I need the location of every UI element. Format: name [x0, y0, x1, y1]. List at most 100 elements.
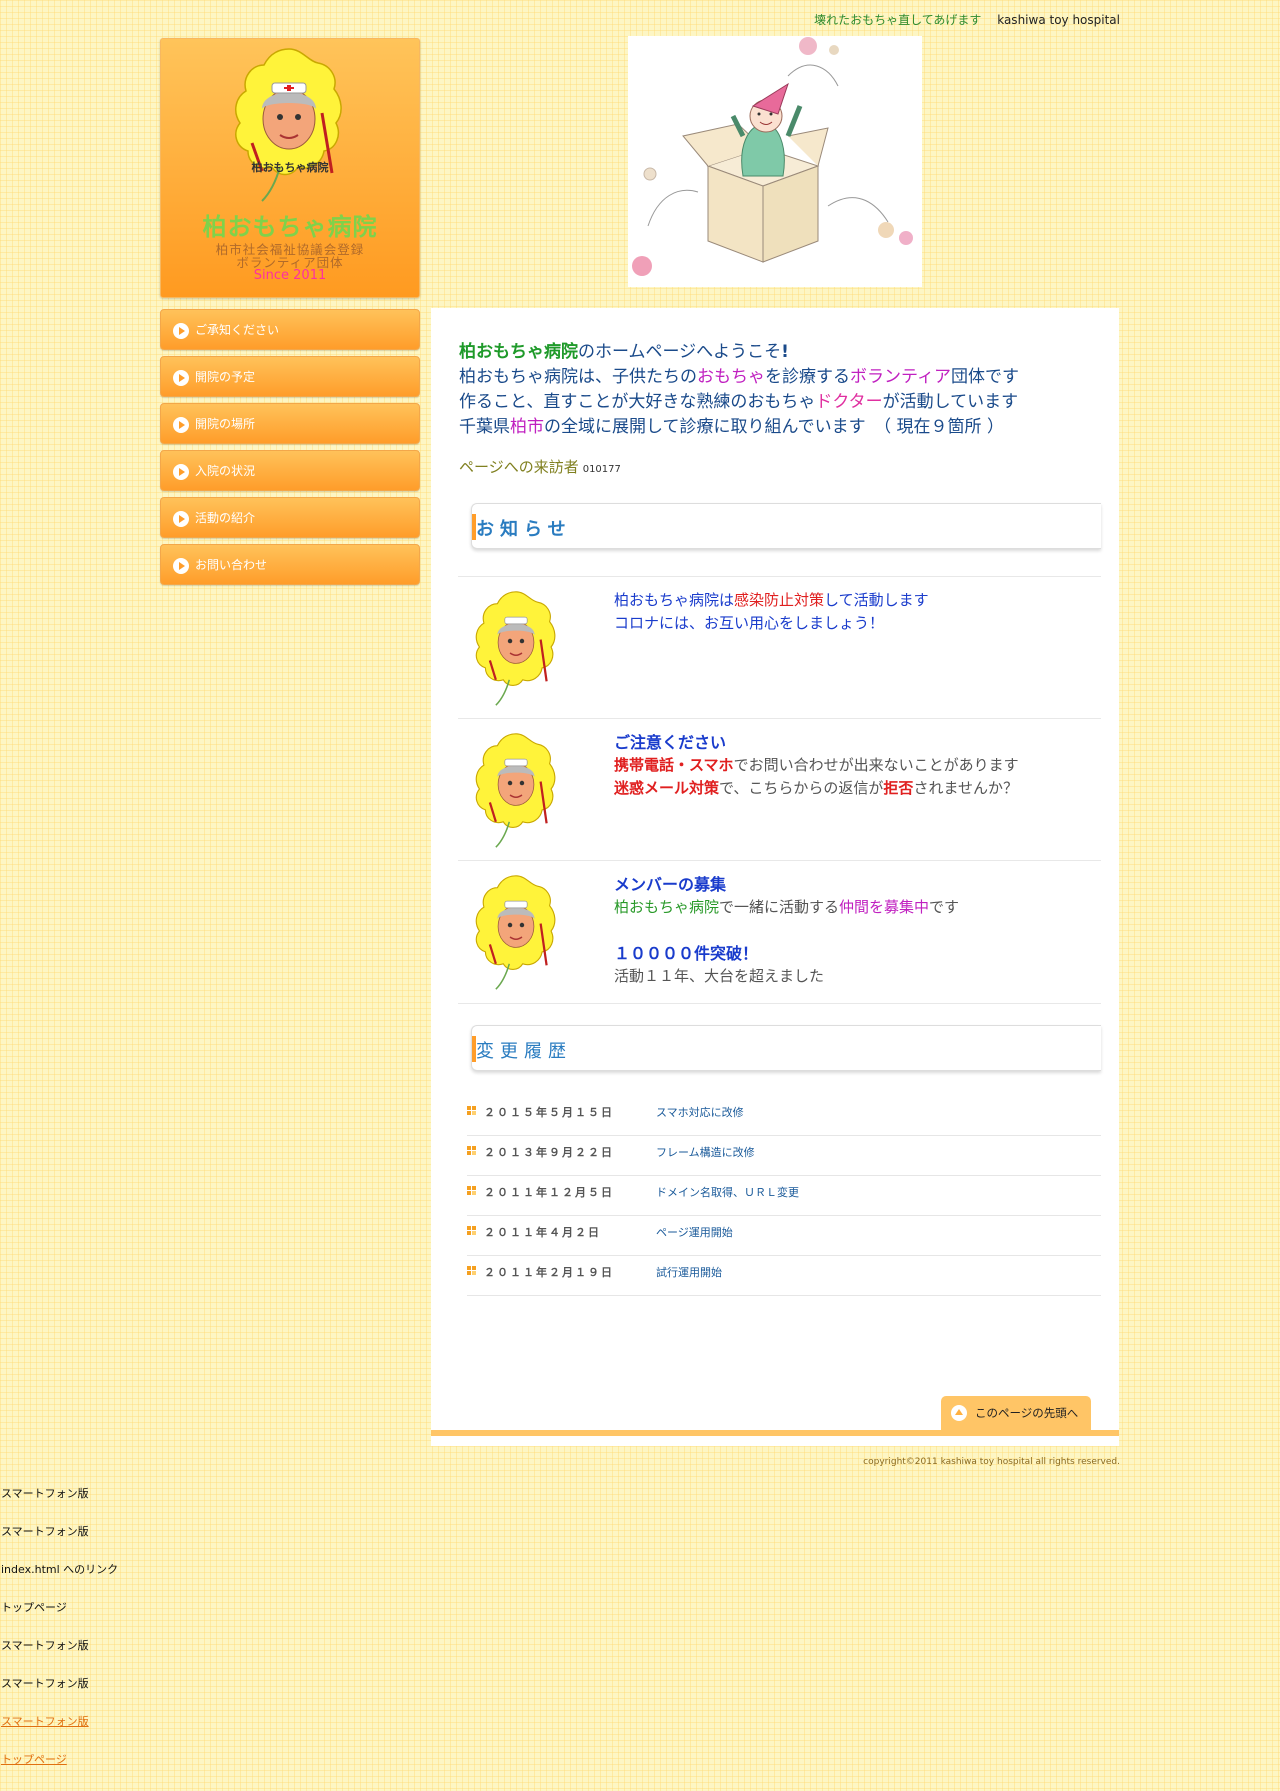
footer-strip [431, 1436, 1119, 1446]
news-item: 柏おもちゃ病院は感染防止対策して活動します コロナには、お互い用心をしましょう！ [458, 576, 1101, 719]
doctor-mascot-icon [475, 875, 556, 990]
jack-in-the-box-icon [632, 37, 913, 276]
link-smartphone[interactable]: スマートフォン版 [1, 1480, 118, 1518]
welcome-line1: のホームページへようこそ [578, 342, 782, 362]
nav-item-notice[interactable]: ご承知ください [160, 309, 420, 350]
link-index[interactable]: index.html へのリンク [1, 1556, 118, 1594]
history-title: 変更履歴 [476, 1041, 572, 1062]
history-row: ２０１３年９月２２日 フレーム構造に改修 [467, 1135, 1101, 1176]
link-smartphone[interactable]: スマートフォン版 [1, 1632, 118, 1670]
notice2-title: ご注意ください [614, 733, 727, 752]
link-top-page[interactable]: トップページ [1, 1594, 118, 1632]
nav-item-activities[interactable]: 活動の紹介 [160, 497, 420, 538]
doctor-mascot-icon [475, 591, 556, 706]
notice2-text-f: されませんか？ [913, 779, 1018, 797]
history-desc: スマホ対応に改修 [656, 1106, 744, 1119]
grid-bullet-icon [467, 1186, 476, 1195]
arrow-right-icon [173, 323, 189, 339]
notice-title: お知らせ [476, 519, 572, 540]
notice2-text-a: 携帯電話・スマホ [614, 756, 734, 774]
tagline-en: kashiwa toy hospital [997, 13, 1120, 27]
welcome-line4a: 千葉県 [459, 417, 510, 437]
history-desc: フレーム構造に改修 [656, 1146, 755, 1159]
history-row: ２０１１年２月１９日 試行運用開始 [467, 1255, 1101, 1296]
notice-heading: お知らせ [471, 503, 1101, 549]
history-desc: 試行運用開始 [656, 1266, 722, 1279]
link-top-page[interactable]: トップページ [1, 1746, 118, 1784]
arrow-up-icon [951, 1405, 967, 1421]
history-row: ２０１５年５月１５日 スマホ対応に改修 [467, 1095, 1101, 1136]
nav-item-schedule[interactable]: 開院の予定 [160, 356, 420, 397]
history-desc: ページ運用開始 [656, 1226, 733, 1239]
notice3-text-a: 柏おもちゃ病院 [614, 898, 720, 916]
tagline-jp: 壊れたおもちゃ直してあげます [814, 13, 982, 27]
nav-item-label: 開院の場所 [195, 417, 256, 431]
nav-item-label: 入院の状況 [195, 464, 256, 478]
welcome-line3c: が活動しています [882, 392, 1019, 412]
notice3-text-d: です [929, 898, 960, 916]
hero-illustration [628, 36, 922, 287]
notice2-text-d: で、こちらからの返信が [719, 779, 884, 797]
arrow-right-icon [173, 558, 189, 574]
grid-bullet-icon [467, 1266, 476, 1275]
back-to-top-button[interactable]: このページの先頭へ [941, 1396, 1091, 1430]
welcome-org-name: 柏おもちゃ病院 [459, 342, 578, 362]
header-tagline: 壊れたおもちゃ直してあげます kashiwa toy hospital [814, 11, 1120, 28]
nav-item-status[interactable]: 入院の状況 [160, 450, 420, 491]
history-date: ２０１１年１２月５日 [484, 1186, 614, 1199]
notice1-text-a: 柏おもちゃ病院は [614, 591, 735, 609]
nav-item-contact[interactable]: お問い合わせ [160, 544, 420, 585]
notice2-text-e: 拒否 [883, 779, 914, 797]
grid-bullet-icon [467, 1226, 476, 1235]
welcome-doctor: ドクター [815, 392, 883, 412]
welcome-toys: おもちゃ [697, 367, 765, 387]
welcome-volunteer: ボランティア [850, 367, 951, 387]
doctor-mascot-icon [234, 48, 342, 202]
history-row: ２０１１年１２月５日 ドメイン名取得、ＵＲＬ変更 [467, 1175, 1101, 1216]
history-row: ２０１１年４月２日 ページ運用開始 [467, 1215, 1101, 1256]
welcome-line2c: を診療する [765, 367, 850, 387]
notice2-text-c: 迷惑メール対策 [614, 779, 720, 797]
logo-since: Since 2011 [253, 268, 327, 283]
main-content: 柏おもちゃ病院のホームページへようこそ! 柏おもちゃ病院は、子供たちのおもちゃを… [431, 308, 1119, 1442]
logo-badge-text: 柏おもちゃ病院 [251, 161, 329, 174]
nav-item-label: ご承知ください [195, 323, 280, 337]
history-heading: 変更履歴 [471, 1025, 1101, 1071]
notice3-text-f: 活動１１年、大台を超えました [614, 967, 825, 985]
history-date: ２０１３年９月２２日 [484, 1146, 614, 1159]
arrow-right-icon [173, 370, 189, 386]
welcome-city: 柏市 [510, 417, 544, 437]
doctor-mascot-icon [475, 733, 556, 848]
back-to-top-label: このページの先頭へ [975, 1406, 1079, 1420]
arrow-right-icon [173, 511, 189, 527]
history-date: ２０１１年２月１９日 [484, 1266, 614, 1279]
welcome-line2e: 団体です [950, 367, 1019, 387]
nav-item-label: 開院の予定 [195, 370, 256, 384]
notice3-text-b: で一緒に活動する [719, 898, 840, 916]
arrow-right-icon [173, 417, 189, 433]
site-logo[interactable]: 柏おもちゃ病院 柏おもちゃ病院 柏市社会福祉協議会登録 ボランティア団体 Sin… [160, 38, 420, 298]
notice1-text-b: 感染防止対策 [734, 591, 825, 609]
welcome-line4c: の全域に展開して診療に取り組んでいます （ 現在９箇所 ） [544, 417, 1004, 437]
welcome-line3a: 作ること、直すことが大好きな熟練のおもちゃ [459, 392, 816, 412]
sidebar-nav: ご承知ください 開院の予定 開院の場所 入院の状況 活動の紹介 お問い合わせ [160, 309, 420, 591]
notice2-text-b: でお問い合わせが出来ないことがあります [733, 756, 1019, 774]
nav-item-label: 活動の紹介 [195, 511, 256, 525]
visitor-counter: ページへの来訪者 010177 [459, 456, 621, 477]
notice3-milestone: １００００件突破！ [614, 944, 759, 963]
welcome-line2a: 柏おもちゃ病院は、子供たちの [459, 367, 697, 387]
copyright: copyright©2011 kashiwa toy hospital all … [863, 1457, 1120, 1467]
bottom-links: スマートフォン版 スマートフォン版 index.html へのリンク トップペー… [1, 1480, 118, 1784]
nav-item-label: お問い合わせ [195, 558, 268, 572]
news-item: メンバーの募集 柏おもちゃ病院で一緒に活動する仲間を募集中です １００００件突破… [458, 860, 1101, 1004]
grid-bullet-icon [467, 1146, 476, 1155]
grid-bullet-icon [467, 1106, 476, 1115]
link-smartphone[interactable]: スマートフォン版 [1, 1708, 118, 1746]
logo-name: 柏おもちゃ病院 [202, 213, 378, 241]
notice3-title: メンバーの募集 [614, 875, 727, 894]
link-smartphone[interactable]: スマートフォン版 [1, 1518, 118, 1556]
link-smartphone[interactable]: スマートフォン版 [1, 1670, 118, 1708]
nav-item-location[interactable]: 開院の場所 [160, 403, 420, 444]
notice1-text-c: して活動します [824, 591, 929, 609]
history-date: ２０１５年５月１５日 [484, 1106, 614, 1119]
